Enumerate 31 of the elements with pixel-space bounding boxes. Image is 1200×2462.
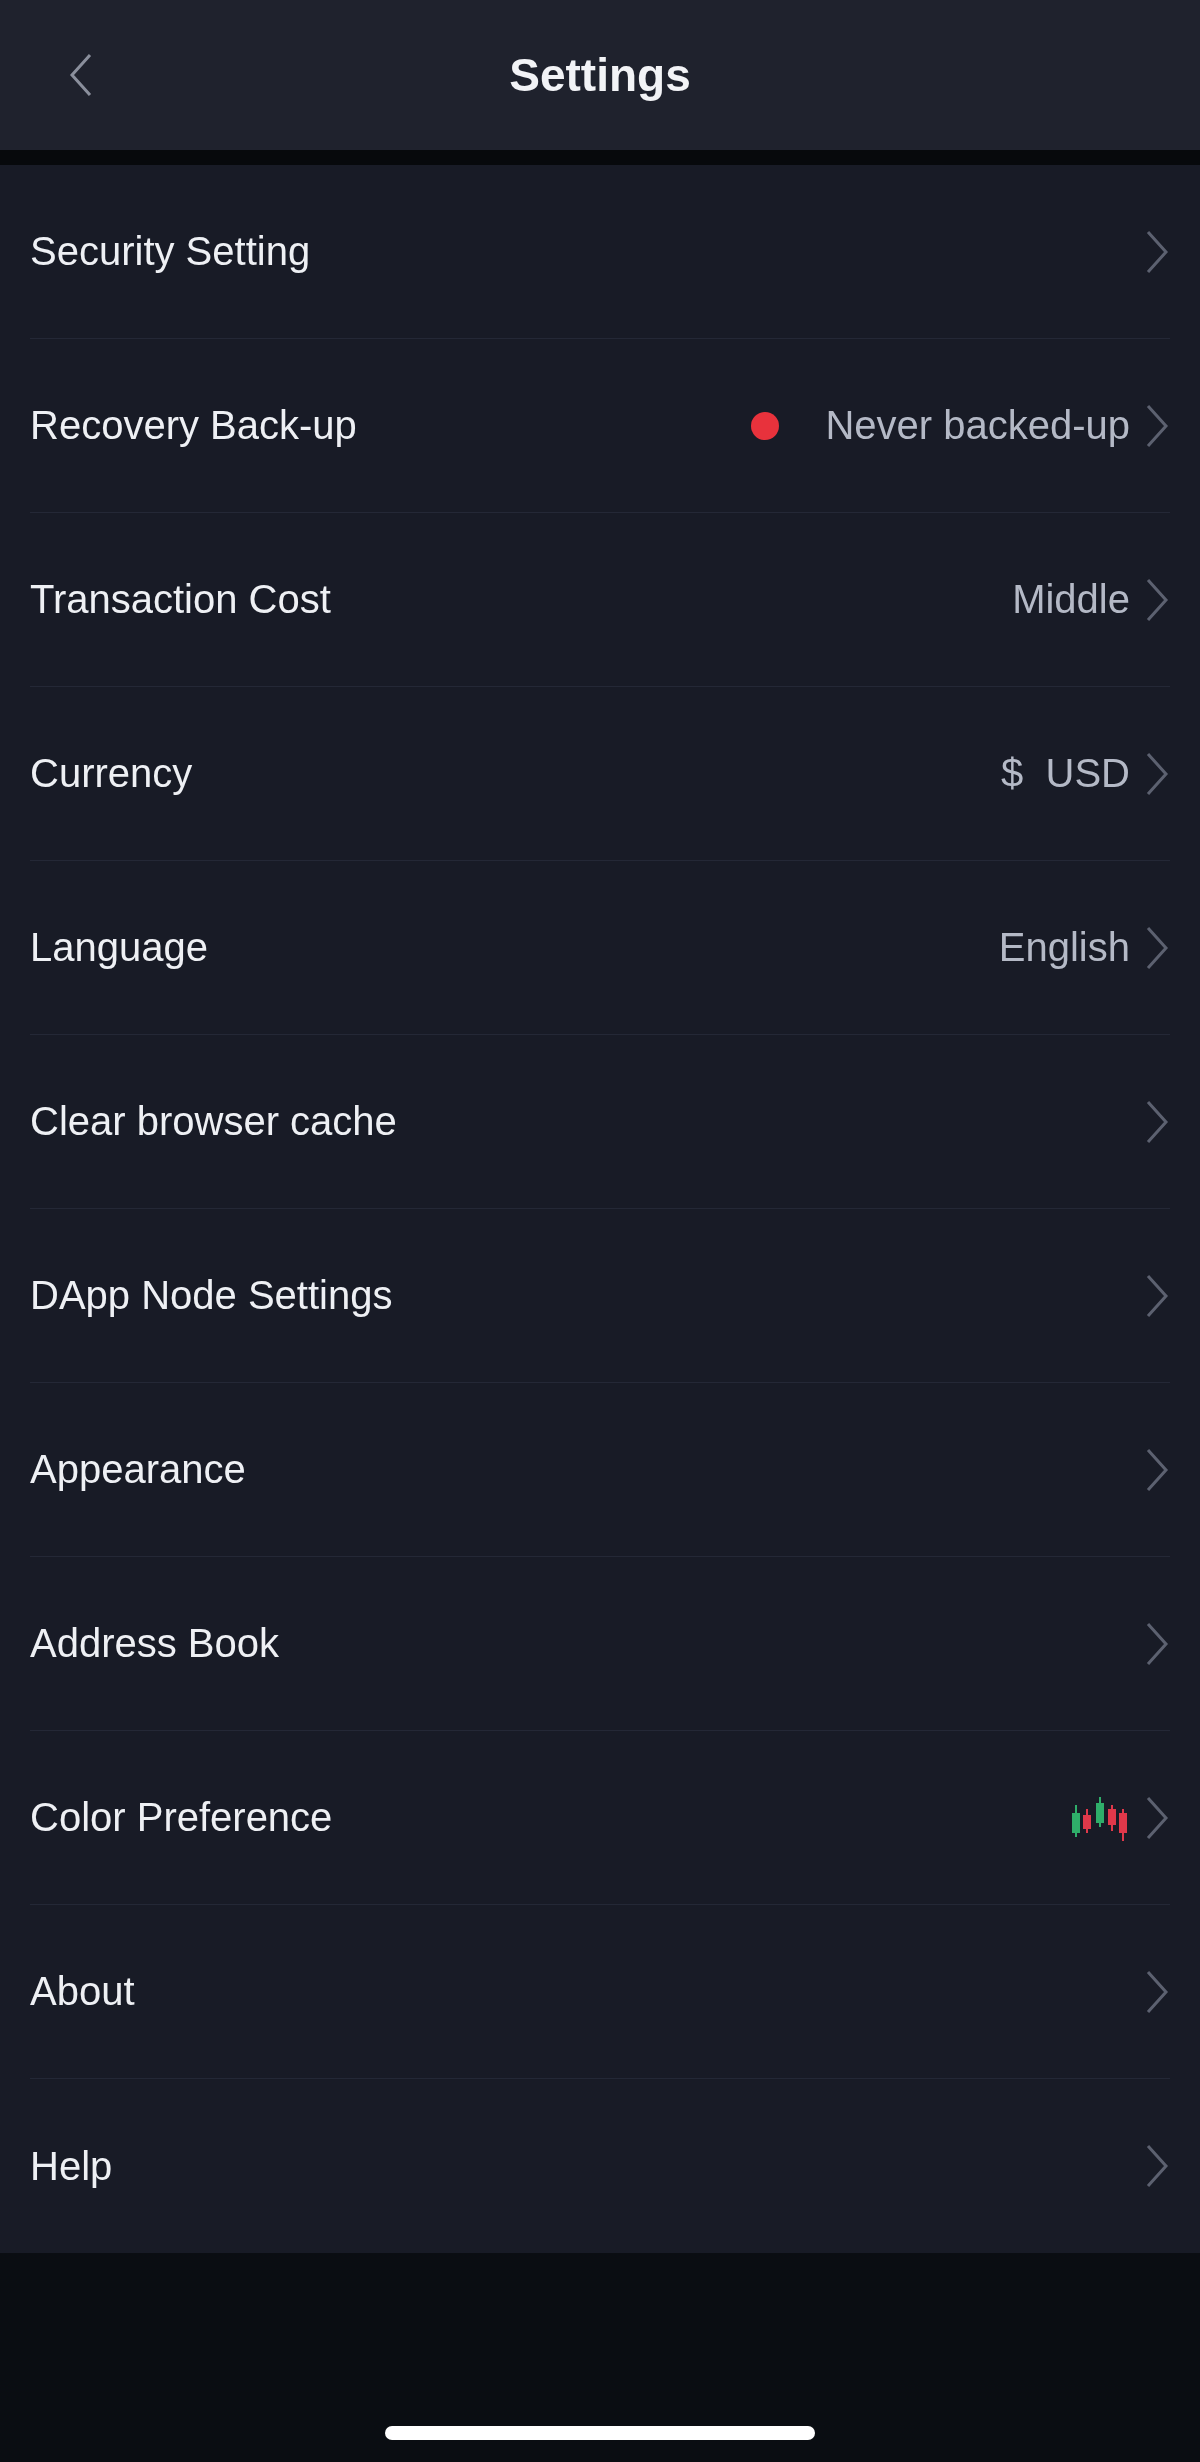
settings-item[interactable]: Transaction Cost [30,577,999,622]
page-title: Settings [509,48,691,102]
settings-item[interactable]: Recovery Back-up [30,403,738,448]
settings-item[interactable]: Help [30,2143,1130,2189]
chevron-right-icon [1144,1795,1170,1840]
settings-item[interactable]: Clear browser cache [30,1099,1130,1144]
settings-item[interactable]: Security Setting [30,229,1130,274]
chevron-right-icon [1144,229,1170,274]
settings-item[interactable]: Language [30,925,985,970]
chevron-right-icon [1144,925,1170,970]
settings-item[interactable]: Color Preference [30,1795,1056,1840]
chevron-right-icon [1144,577,1170,622]
row-value: Middle [1012,577,1130,622]
chevron-right-icon [1144,751,1170,796]
row-value: $ USD [1001,751,1130,796]
settings-item[interactable]: Address Book [30,1621,1130,1666]
row-value: Never backed-up [825,403,1130,448]
settings-item[interactable]: About [30,1969,1130,2014]
row-value: English [998,925,1130,970]
chevron-right-icon [1144,1447,1170,1492]
back-icon [68,53,94,97]
chevron-right-icon [1144,1099,1170,1144]
chevron-right-icon [1144,2144,1170,2188]
settings-item[interactable]: DApp Node Settings [30,1273,1130,1318]
settings-item[interactable]: Appearance [30,1447,1130,1492]
chevron-right-icon [1144,1969,1170,2014]
settings-item[interactable]: Currency [30,751,988,796]
candlestick-icon [1070,1794,1130,1841]
chevron-right-icon [1144,403,1170,448]
chevron-right-icon [1144,1621,1170,1666]
chevron-right-icon [1144,1273,1170,1318]
